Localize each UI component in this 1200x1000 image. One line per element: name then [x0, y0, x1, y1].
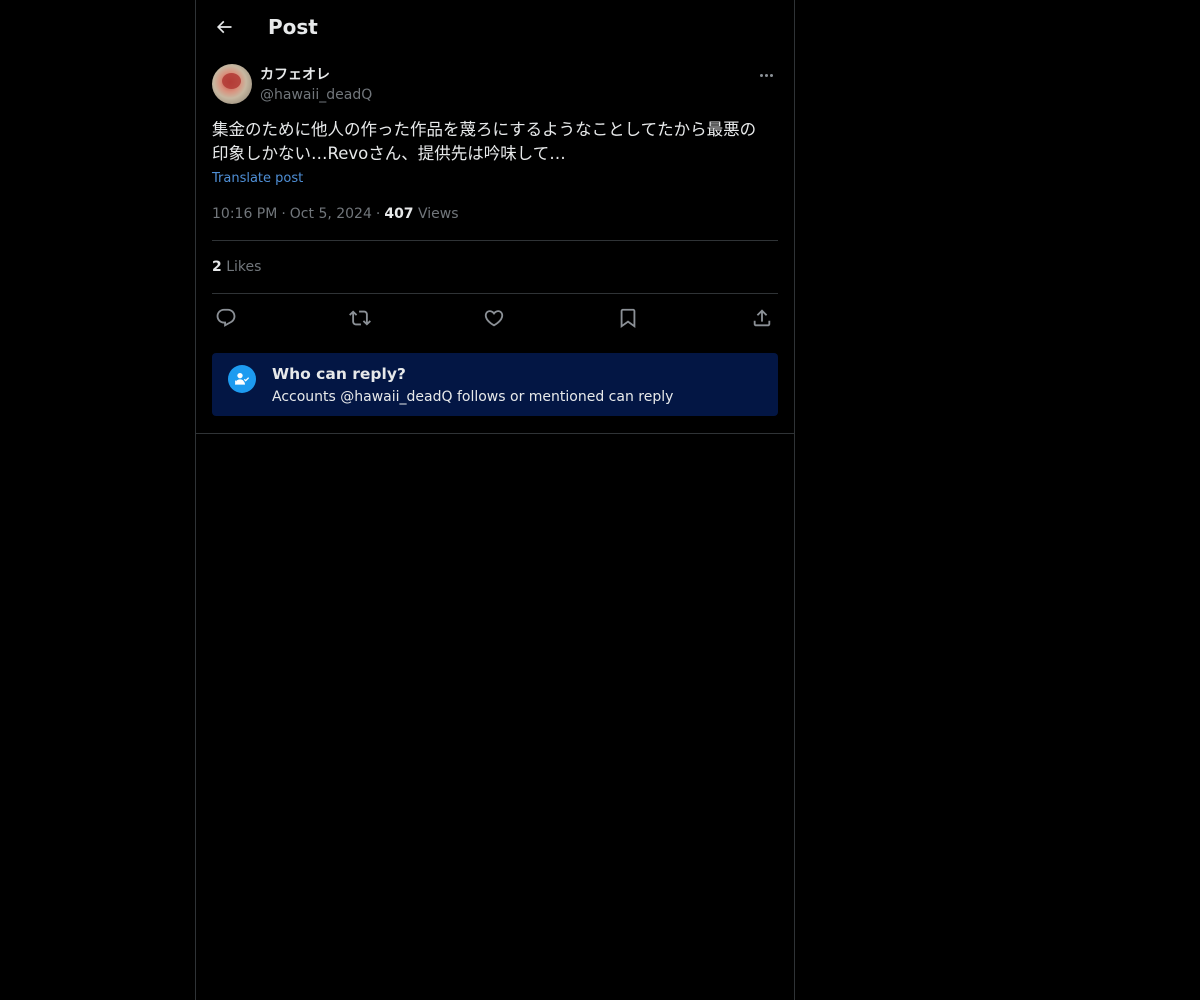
author-handle[interactable]: @hawaii_deadQ — [260, 85, 372, 105]
share-button[interactable] — [748, 304, 776, 332]
who-can-reply-title: Who can reply? — [272, 365, 406, 383]
who-can-reply-subtitle: Accounts @hawaii_deadQ follows or mentio… — [272, 389, 674, 405]
arrow-left-icon — [216, 20, 232, 34]
reply-button[interactable] — [212, 304, 240, 332]
back-button[interactable] — [210, 13, 238, 41]
divider — [196, 433, 794, 434]
avatar[interactable] — [212, 64, 252, 104]
bookmark-icon — [620, 308, 636, 329]
main-column: Post カフェオレ @hawaii_deadQ 集金のために他人の作った作品を… — [195, 0, 795, 1000]
likes-count: 2 — [212, 259, 222, 275]
post-date[interactable]: Oct 5, 2024 — [290, 206, 372, 222]
divider — [212, 293, 778, 294]
page-title: Post — [268, 15, 318, 39]
user-check-icon — [228, 365, 256, 393]
author-display-name[interactable]: カフェオレ — [260, 65, 330, 85]
post-text-line: 印象しかない…Revoさん、提供先は吟味して… — [212, 144, 566, 163]
like-button[interactable] — [480, 304, 508, 332]
bookmark-button[interactable] — [614, 304, 642, 332]
views-count: 407 — [384, 206, 414, 222]
more-dots-icon — [759, 73, 763, 77]
heart-icon — [484, 310, 504, 327]
share-icon — [753, 309, 771, 327]
divider — [212, 240, 778, 241]
post-time[interactable]: 10:16 PM — [212, 206, 277, 222]
repost-button[interactable] — [346, 304, 374, 332]
post-meta: 10:16 PM · Oct 5, 2024 · 407 Views — [212, 206, 459, 222]
post-actions — [212, 304, 778, 332]
page-header: Post — [196, 0, 794, 54]
post-text: 集金のために他人の作った作品を蔑ろにするようなことしてたから最悪の 印象しかない… — [212, 118, 782, 166]
likes-label: Likes — [226, 259, 262, 275]
translate-post-link[interactable]: Translate post — [212, 169, 303, 189]
who-can-reply-notice: Who can reply? Accounts @hawaii_deadQ fo… — [212, 353, 778, 416]
repost-icon — [349, 310, 371, 326]
more-options-button[interactable] — [754, 64, 778, 86]
post-author: カフェオレ @hawaii_deadQ — [212, 64, 778, 108]
post-text-line: 集金のために他人の作った作品を蔑ろにするようなことしてたから最悪の — [212, 120, 757, 139]
views-label: Views — [418, 206, 459, 222]
reply-icon — [216, 308, 236, 327]
likes-stat[interactable]: 2 Likes — [212, 256, 261, 278]
